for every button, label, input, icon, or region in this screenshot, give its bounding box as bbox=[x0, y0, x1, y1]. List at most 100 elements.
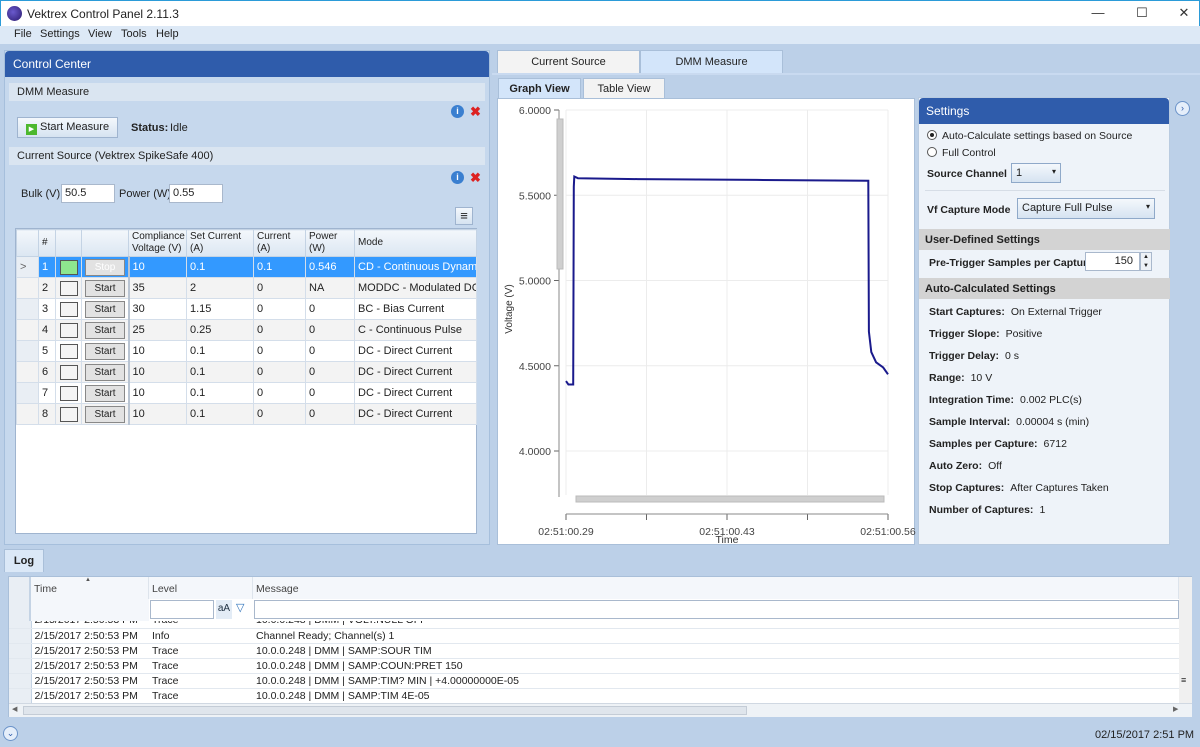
start-channel-button[interactable]: Start bbox=[85, 363, 125, 381]
mode-cell[interactable]: DC - Direct Current bbox=[354, 403, 477, 425]
channel-row[interactable]: 7 Start 10 0.1 0 0 DC - Direct Current bbox=[16, 382, 477, 404]
row-header[interactable] bbox=[9, 688, 32, 704]
row-header[interactable] bbox=[9, 658, 32, 674]
col-current[interactable]: Current (A) bbox=[253, 229, 306, 257]
row-header[interactable] bbox=[16, 277, 39, 299]
channel-row[interactable]: 5 Start 10 0.1 0 0 DC - Direct Current bbox=[16, 340, 477, 362]
row-header[interactable] bbox=[16, 361, 39, 383]
radio-selected-icon[interactable] bbox=[927, 130, 937, 140]
row-header[interactable] bbox=[9, 643, 32, 659]
mode-cell[interactable]: DC - Direct Current bbox=[354, 361, 477, 383]
compliance-voltage-cell[interactable]: 10 bbox=[128, 361, 187, 383]
column-menu-button[interactable]: ≡ bbox=[455, 207, 473, 225]
bulk-voltage-input[interactable]: 50.5 bbox=[61, 184, 115, 203]
compliance-voltage-cell[interactable]: 10 bbox=[128, 382, 187, 404]
scroll-right-icon[interactable]: ▶ bbox=[1173, 705, 1178, 713]
menu-file[interactable]: File bbox=[14, 28, 32, 40]
radio-unselected-icon[interactable] bbox=[927, 147, 937, 157]
channel-row[interactable]: 8 Start 10 0.1 0 0 DC - Direct Current bbox=[16, 403, 477, 425]
col-level[interactable]: Level bbox=[149, 577, 253, 599]
message-filter-input[interactable] bbox=[254, 600, 1179, 619]
start-channel-button[interactable]: Start bbox=[85, 342, 125, 360]
radio-auto-calc[interactable]: Auto-Calculate settings based on Source bbox=[919, 124, 1169, 142]
channel-row[interactable]: 2 Start 35 2 0 NA MODDC - Modulated DC bbox=[16, 277, 477, 299]
set-current-cell[interactable]: 0.1 bbox=[186, 256, 254, 278]
mode-cell[interactable]: DC - Direct Current bbox=[354, 382, 477, 404]
maximize-button[interactable]: ☐ bbox=[1127, 5, 1157, 23]
pretrigger-spinner[interactable]: ▲ ▼ bbox=[1140, 252, 1152, 271]
set-current-cell[interactable]: 0.1 bbox=[186, 382, 254, 404]
pretrigger-input[interactable]: 150 bbox=[1085, 252, 1140, 271]
col-compliance-voltage[interactable]: Compliance Voltage (V) bbox=[128, 229, 187, 257]
log-row[interactable]: 2/15/2017 2:50:53 PMTrace10.0.0.248 | DM… bbox=[9, 658, 1179, 674]
start-channel-button[interactable]: Start bbox=[85, 279, 125, 297]
log-row[interactable]: 2/15/2017 2:50:53 PMTrace10.0.0.248 | DM… bbox=[9, 621, 1179, 629]
stop-channel-button[interactable]: Stop bbox=[85, 258, 125, 276]
compliance-voltage-cell[interactable]: 10 bbox=[128, 403, 187, 425]
log-row[interactable]: 2/15/2017 2:50:53 PM Info Channel Ready; C… bbox=[9, 628, 1179, 644]
remove-icon[interactable]: ✖ bbox=[470, 171, 481, 184]
row-header[interactable]: > bbox=[16, 256, 39, 278]
filter-icon[interactable]: ▽ bbox=[236, 601, 244, 614]
menu-tools[interactable]: Tools bbox=[121, 28, 147, 40]
collapse-log-button[interactable]: ⌄ bbox=[3, 726, 18, 741]
menu-settings[interactable]: Settings bbox=[40, 28, 80, 40]
info-icon[interactable]: i bbox=[451, 171, 464, 184]
row-header[interactable] bbox=[9, 673, 32, 689]
set-current-cell[interactable]: 2 bbox=[186, 277, 254, 299]
subtab-graph-view[interactable]: Graph View bbox=[498, 78, 581, 99]
row-header[interactable] bbox=[16, 382, 39, 404]
mode-cell[interactable]: CD - Continuous Dynamic bbox=[354, 256, 477, 278]
log-row[interactable]: 2/15/2017 2:50:53 PMTrace10.0.0.248 | DM… bbox=[9, 688, 1179, 704]
compliance-voltage-cell[interactable]: 10 bbox=[128, 256, 187, 278]
start-channel-button[interactable]: Start bbox=[85, 384, 125, 402]
mode-cell[interactable]: DC - Direct Current bbox=[354, 340, 477, 362]
row-header[interactable] bbox=[16, 298, 39, 320]
channel-row[interactable]: > 1 Stop 10 0.1 0.1 0.546 CD - Continuou… bbox=[16, 256, 477, 278]
mode-cell[interactable]: C - Continuous Pulse bbox=[354, 319, 477, 341]
compliance-voltage-cell[interactable]: 25 bbox=[128, 319, 187, 341]
row-header[interactable] bbox=[9, 621, 32, 629]
start-channel-button[interactable]: Start bbox=[85, 405, 125, 423]
menu-view[interactable]: View bbox=[88, 28, 112, 40]
set-current-cell[interactable]: 0.25 bbox=[186, 319, 254, 341]
subtab-table-view[interactable]: Table View bbox=[583, 78, 665, 99]
channel-row[interactable]: 6 Start 10 0.1 0 0 DC - Direct Current bbox=[16, 361, 477, 383]
col-message[interactable]: Message bbox=[253, 577, 1179, 599]
mode-cell[interactable]: BC - Bias Current bbox=[354, 298, 477, 320]
set-current-cell[interactable]: 1.15 bbox=[186, 298, 254, 320]
start-measure-button[interactable]: ▶ Start Measure bbox=[17, 117, 118, 138]
power-input[interactable]: 0.55 bbox=[169, 184, 223, 203]
match-case-button[interactable]: aA bbox=[216, 600, 232, 619]
start-channel-button[interactable]: Start bbox=[85, 321, 125, 339]
channel-row[interactable]: 4 Start 25 0.25 0 0 C - Continuous Pulse bbox=[16, 319, 477, 341]
radio-full-control[interactable]: Full Control bbox=[919, 142, 1169, 159]
compliance-voltage-cell[interactable]: 30 bbox=[128, 298, 187, 320]
channel-row[interactable]: 3 Start 30 1.15 0 0 BC - Bias Current bbox=[16, 298, 477, 320]
col-power[interactable]: Power (W) bbox=[305, 229, 355, 257]
tab-dmm-measure[interactable]: DMM Measure bbox=[640, 50, 783, 73]
close-button[interactable]: ✕ bbox=[1169, 5, 1199, 23]
row-header[interactable] bbox=[16, 319, 39, 341]
source-channel-dropdown[interactable]: 1 ▾ bbox=[1011, 163, 1061, 183]
row-header[interactable] bbox=[16, 403, 39, 425]
set-current-cell[interactable]: 0.1 bbox=[186, 340, 254, 362]
compliance-voltage-cell[interactable]: 35 bbox=[128, 277, 187, 299]
row-header[interactable] bbox=[9, 628, 32, 644]
remove-icon[interactable]: ✖ bbox=[470, 105, 481, 118]
compliance-voltage-cell[interactable]: 10 bbox=[128, 340, 187, 362]
set-current-cell[interactable]: 0.1 bbox=[186, 361, 254, 383]
col-mode[interactable]: Mode bbox=[354, 229, 477, 257]
col-number[interactable]: # bbox=[38, 229, 56, 257]
mode-cell[interactable]: MODDC - Modulated DC bbox=[354, 277, 477, 299]
tab-current-source[interactable]: Current Source bbox=[497, 50, 640, 73]
menu-help[interactable]: Help bbox=[156, 28, 179, 40]
minimize-button[interactable]: — bbox=[1083, 5, 1113, 23]
expand-settings-button[interactable]: › bbox=[1175, 101, 1190, 116]
horizontal-scrollbar[interactable]: ◀ ▶ bbox=[9, 703, 1192, 717]
info-icon[interactable]: i bbox=[451, 105, 464, 118]
log-row[interactable]: 2/15/2017 2:50:53 PMTrace10.0.0.248 | DM… bbox=[9, 643, 1179, 659]
start-channel-button[interactable]: Start bbox=[85, 300, 125, 318]
tab-log[interactable]: Log bbox=[4, 549, 44, 572]
scroll-left-icon[interactable]: ◀ bbox=[12, 705, 17, 713]
